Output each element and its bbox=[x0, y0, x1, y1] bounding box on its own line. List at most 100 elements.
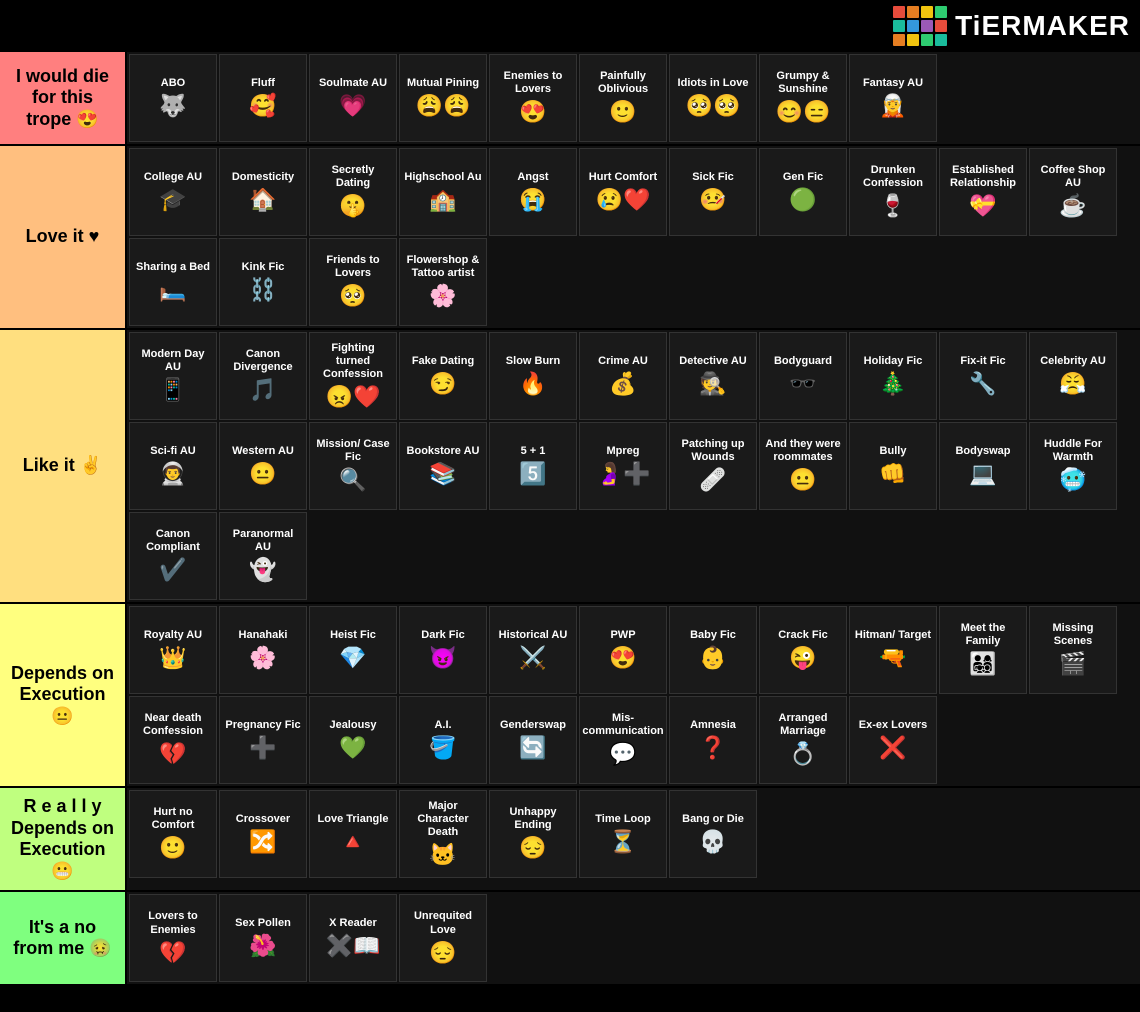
list-item[interactable]: Ex-ex Lovers❌ bbox=[849, 696, 937, 784]
list-item[interactable]: Sick Fic🤒 bbox=[669, 148, 757, 236]
list-item[interactable]: Slow Burn🔥 bbox=[489, 332, 577, 420]
list-item[interactable]: And they were roommates😐 bbox=[759, 422, 847, 510]
list-item[interactable]: Highschool Au🏫 bbox=[399, 148, 487, 236]
list-item[interactable]: Hitman/ Target🔫 bbox=[849, 606, 937, 694]
list-item[interactable]: ABO🐺 bbox=[129, 54, 217, 142]
list-item[interactable]: Gen Fic🟢 bbox=[759, 148, 847, 236]
list-item[interactable]: Coffee Shop AU☕ bbox=[1029, 148, 1117, 236]
list-item[interactable]: Baby Fic👶 bbox=[669, 606, 757, 694]
list-item[interactable]: Soulmate AU💗 bbox=[309, 54, 397, 142]
list-item[interactable]: Jealousy💚 bbox=[309, 696, 397, 784]
list-item[interactable]: Dark Fic😈 bbox=[399, 606, 487, 694]
list-item[interactable]: Western AU😐 bbox=[219, 422, 307, 510]
card-title: Fake Dating bbox=[412, 355, 474, 368]
card-emoji: 😍 bbox=[519, 99, 546, 125]
card-title: Kink Fic bbox=[242, 261, 285, 274]
list-item[interactable]: Time Loop⏳ bbox=[579, 790, 667, 878]
list-item[interactable]: Arranged Marriage💍 bbox=[759, 696, 847, 784]
list-item[interactable]: X Reader✖️📖 bbox=[309, 894, 397, 982]
list-item[interactable]: Paranormal AU👻 bbox=[219, 512, 307, 600]
list-item[interactable]: Mis-communication💬 bbox=[579, 696, 667, 784]
list-item[interactable]: Hurt Comfort😢❤️ bbox=[579, 148, 667, 236]
list-item[interactable]: Sharing a Bed🛏️ bbox=[129, 238, 217, 326]
card-emoji: 💎 bbox=[339, 645, 366, 671]
list-item[interactable]: Hurt no Comfort🙂 bbox=[129, 790, 217, 878]
list-item[interactable]: Amnesia❓ bbox=[669, 696, 757, 784]
list-item[interactable]: Bookstore AU📚 bbox=[399, 422, 487, 510]
list-item[interactable]: Heist Fic💎 bbox=[309, 606, 397, 694]
list-item[interactable]: Unhappy Ending😔 bbox=[489, 790, 577, 878]
list-item[interactable]: Bully👊 bbox=[849, 422, 937, 510]
list-item[interactable]: Fighting turned Confession😠❤️ bbox=[309, 332, 397, 420]
list-item[interactable]: Angst😭 bbox=[489, 148, 577, 236]
list-item[interactable]: PWP😍 bbox=[579, 606, 667, 694]
list-item[interactable]: Mission/ Case Fic🔍 bbox=[309, 422, 397, 510]
list-item[interactable]: Canon Divergence🎵 bbox=[219, 332, 307, 420]
list-item[interactable]: Lovers to Enemies💔 bbox=[129, 894, 217, 982]
list-item[interactable]: Crossover🔀 bbox=[219, 790, 307, 878]
list-item[interactable]: Fake Dating😏 bbox=[399, 332, 487, 420]
list-item[interactable]: Major Character Death🐱 bbox=[399, 790, 487, 878]
card-title: Arranged Marriage bbox=[764, 712, 842, 738]
list-item[interactable]: Royalty AU👑 bbox=[129, 606, 217, 694]
list-item[interactable]: Pregnancy Fic➕ bbox=[219, 696, 307, 784]
list-item[interactable]: Flowershop & Tattoo artist🌸 bbox=[399, 238, 487, 326]
tier-cards-s: ABO🐺Fluff🥰Soulmate AU💗Mutual Pining😩😩Ene… bbox=[127, 52, 1140, 144]
card-title: Friends to Lovers bbox=[314, 254, 392, 280]
list-item[interactable]: A.I.🪣 bbox=[399, 696, 487, 784]
list-item[interactable]: Friends to Lovers🥺 bbox=[309, 238, 397, 326]
list-item[interactable]: Huddle For Warmth🥶 bbox=[1029, 422, 1117, 510]
list-item[interactable]: Missing Scenes🎬 bbox=[1029, 606, 1117, 694]
list-item[interactable]: Love Triangle🔺 bbox=[309, 790, 397, 878]
list-item[interactable]: Detective AU🕵️ bbox=[669, 332, 757, 420]
list-item[interactable]: Meet the Family👨‍👩‍👧‍👦 bbox=[939, 606, 1027, 694]
card-emoji: ➕ bbox=[249, 735, 276, 761]
list-item[interactable]: Canon Compliant✔️ bbox=[129, 512, 217, 600]
tier-label-d: R e a l l y Depends on Execution 😬 bbox=[0, 788, 127, 890]
list-item[interactable]: Genderswap🔄 bbox=[489, 696, 577, 784]
list-item[interactable]: Grumpy & Sunshine😊😑 bbox=[759, 54, 847, 142]
list-item[interactable]: Mutual Pining😩😩 bbox=[399, 54, 487, 142]
list-item[interactable]: Crack Fic😜 bbox=[759, 606, 847, 694]
list-item[interactable]: Fluff🥰 bbox=[219, 54, 307, 142]
list-item[interactable]: Bodyswap💻 bbox=[939, 422, 1027, 510]
card-emoji: 😐 bbox=[789, 467, 816, 493]
card-emoji: 🥺🥺 bbox=[686, 93, 741, 119]
list-item[interactable]: Sci-fi AU👨‍🚀 bbox=[129, 422, 217, 510]
card-title: Canon Compliant bbox=[134, 528, 212, 554]
list-item[interactable]: Patching up Wounds🩹 bbox=[669, 422, 757, 510]
list-item[interactable]: 5 + 15️⃣ bbox=[489, 422, 577, 510]
list-item[interactable]: Bodyguard🕶️ bbox=[759, 332, 847, 420]
list-item[interactable]: Secretly Dating🤫 bbox=[309, 148, 397, 236]
list-item[interactable]: Domesticity🏠 bbox=[219, 148, 307, 236]
card-emoji: 🔫 bbox=[879, 645, 906, 671]
list-item[interactable]: College AU🎓 bbox=[129, 148, 217, 236]
list-item[interactable]: Idiots in Love🥺🥺 bbox=[669, 54, 757, 142]
card-title: Sci-fi AU bbox=[150, 445, 195, 458]
list-item[interactable]: Holiday Fic🎄 bbox=[849, 332, 937, 420]
list-item[interactable]: Hanahaki🌸 bbox=[219, 606, 307, 694]
list-item[interactable]: Fantasy AU🧝 bbox=[849, 54, 937, 142]
tier-label-f: It's a no from me 🤢 bbox=[0, 892, 127, 984]
list-item[interactable]: Painfully Oblivious🙂 bbox=[579, 54, 667, 142]
card-title: Modern Day AU bbox=[134, 348, 212, 374]
list-item[interactable]: Crime AU💰 bbox=[579, 332, 667, 420]
list-item[interactable]: Near death Confession💔 bbox=[129, 696, 217, 784]
list-item[interactable]: Sex Pollen🌺 bbox=[219, 894, 307, 982]
list-item[interactable]: Kink Fic⛓️ bbox=[219, 238, 307, 326]
card-emoji: 🙂 bbox=[159, 835, 186, 861]
list-item[interactable]: Celebrity AU😤 bbox=[1029, 332, 1117, 420]
list-item[interactable]: Unrequited Love😔 bbox=[399, 894, 487, 982]
list-item[interactable]: Mpreg🤰➕ bbox=[579, 422, 667, 510]
card-title: Flowershop & Tattoo artist bbox=[404, 254, 482, 280]
list-item[interactable]: Enemies to Lovers😍 bbox=[489, 54, 577, 142]
list-item[interactable]: Drunken Confession🍷 bbox=[849, 148, 937, 236]
card-title: Crime AU bbox=[598, 355, 648, 368]
card-emoji: 📱 bbox=[159, 377, 186, 403]
list-item[interactable]: Modern Day AU 📱 bbox=[129, 332, 217, 420]
list-item[interactable]: Bang or Die💀 bbox=[669, 790, 757, 878]
list-item[interactable]: Established Relationship💝 bbox=[939, 148, 1027, 236]
card-title: Lovers to Enemies bbox=[134, 910, 212, 936]
list-item[interactable]: Fix-it Fic🔧 bbox=[939, 332, 1027, 420]
list-item[interactable]: Historical AU⚔️ bbox=[489, 606, 577, 694]
